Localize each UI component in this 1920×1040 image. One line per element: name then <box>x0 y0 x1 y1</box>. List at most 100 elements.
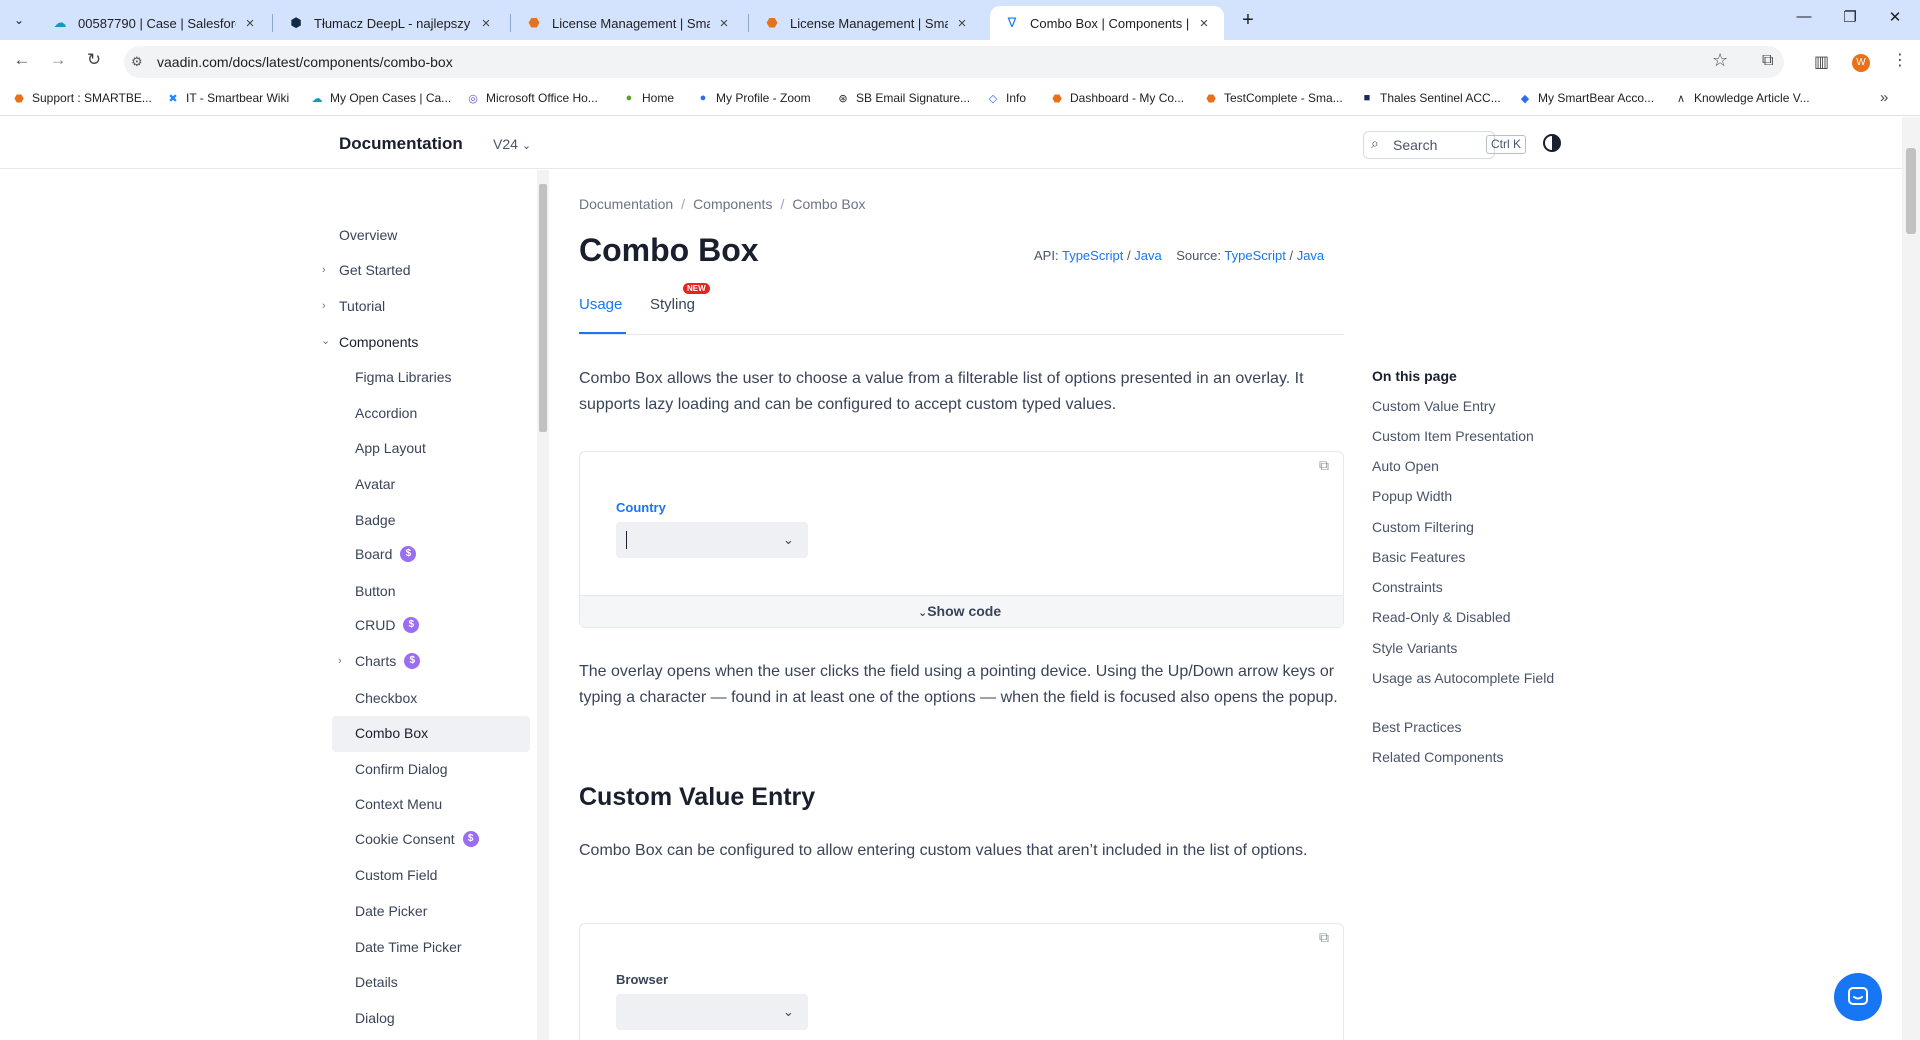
browser-tab[interactable]: ⬢ Tłumacz DeepL - najlepszy tran × <box>274 6 506 40</box>
source-typescript-link[interactable]: TypeScript <box>1224 248 1285 263</box>
api-typescript-link[interactable]: TypeScript <box>1062 248 1123 263</box>
close-icon[interactable]: × <box>242 15 258 32</box>
sidebar-item-get-started[interactable]: Get Started <box>339 262 411 278</box>
open-external-icon[interactable]: ⧉ <box>1319 457 1329 474</box>
sidebar-item-crud[interactable]: CRUD $ <box>355 617 420 633</box>
bookmark-star-icon[interactable]: ☆ <box>1712 50 1728 71</box>
browser-tab[interactable]: ⬣ License Management | SmartBe × <box>512 6 744 40</box>
show-code-button[interactable]: ⌄Show code <box>918 603 1001 619</box>
sidebar-item-overview[interactable]: Overview <box>339 227 397 243</box>
chevron-right-icon[interactable]: › <box>338 655 342 667</box>
bookmark-item[interactable]: ⬣ TestComplete - Sma... <box>1204 91 1343 105</box>
bookmark-item[interactable]: ■ Thales Sentinel ACC... <box>1360 91 1501 105</box>
chevron-down-icon[interactable]: ⌄ <box>783 532 794 548</box>
sidebar-item-app-layout[interactable]: App Layout <box>355 440 426 456</box>
sidebar-item-context-menu[interactable]: Context Menu <box>355 796 442 812</box>
chat-support-button[interactable] <box>1834 973 1882 1021</box>
bookmark-item[interactable]: ◆ My SmartBear Acco... <box>1518 91 1654 105</box>
chevron-right-icon[interactable]: › <box>322 300 326 312</box>
source-java-link[interactable]: Java <box>1297 248 1324 263</box>
sidebar-item-dialog[interactable]: Dialog <box>355 1010 395 1026</box>
browser-tab[interactable]: ⬣ License Management | SmartBe × <box>750 6 982 40</box>
window-close-icon[interactable]: ✕ <box>1885 8 1905 26</box>
bookmark-item[interactable]: ◇ Info <box>986 91 1026 105</box>
sidebar-item-confirm-dialog[interactable]: Confirm Dialog <box>355 761 448 777</box>
minimize-icon[interactable]: — <box>1794 8 1814 25</box>
close-icon[interactable]: × <box>1196 15 1212 32</box>
browser-menu-icon[interactable]: ⋮ <box>1892 50 1908 70</box>
toc-item[interactable]: Custom Item Presentation <box>1372 426 1562 446</box>
toc-item[interactable]: Basic Features <box>1372 547 1562 567</box>
browser-combo-box[interactable] <box>616 994 808 1030</box>
close-icon[interactable]: × <box>716 15 732 32</box>
breadcrumb-link[interactable]: Documentation <box>579 196 673 212</box>
toc-item[interactable]: Custom Value Entry <box>1372 396 1562 416</box>
browser-tab[interactable]: ☁ 00587790 | Case | Salesforce × <box>38 6 270 40</box>
back-icon[interactable]: ← <box>10 50 34 70</box>
sidebar-item-combo-box[interactable]: Combo Box <box>355 725 428 741</box>
bookmark-item[interactable]: ● Home <box>622 91 674 105</box>
bookmark-item[interactable]: ✖ IT - Smartbear Wiki <box>166 91 289 105</box>
sidebar-item-date-picker[interactable]: Date Picker <box>355 903 427 919</box>
sidebar-item-date-time-picker[interactable]: Date Time Picker <box>355 939 462 955</box>
toc-item[interactable]: Best Practices <box>1372 717 1562 737</box>
restore-icon[interactable]: ❐ <box>1840 8 1860 26</box>
toc-item[interactable]: Custom Filtering <box>1372 517 1562 537</box>
page-scrollbar-thumb[interactable] <box>1906 148 1916 234</box>
reload-icon[interactable]: ↻ <box>82 50 106 70</box>
more-bookmarks-icon[interactable]: » <box>1880 89 1888 106</box>
sidebar-item-details[interactable]: Details <box>355 974 398 990</box>
country-combo-box[interactable] <box>616 522 808 558</box>
bookmark-item[interactable]: ☁ My Open Cases | Ca... <box>310 91 452 105</box>
sidebar-item-charts[interactable]: Charts $ <box>355 653 421 669</box>
bookmark-item[interactable]: ⊛ SB Email Signature... <box>836 91 970 105</box>
sidebar-item-avatar[interactable]: Avatar <box>355 476 395 492</box>
bookmark-item[interactable]: ⬣ Support : SMARTBE... <box>12 91 152 105</box>
bookmark-item[interactable]: ◎ Microsoft Office Ho... <box>466 91 598 105</box>
sidebar-item-custom-field[interactable]: Custom Field <box>355 867 437 883</box>
toc-item[interactable]: Related Components <box>1372 747 1562 767</box>
open-external-icon[interactable]: ⧉ <box>1319 929 1329 946</box>
url-text[interactable]: vaadin.com/docs/latest/components/combo-… <box>157 54 453 70</box>
toc-item[interactable]: Read-Only & Disabled <box>1372 607 1562 627</box>
chevron-down-icon[interactable]: ⌄ <box>783 1004 794 1020</box>
side-panel-icon[interactable]: ▥ <box>1814 52 1829 72</box>
sidebar-item-tutorial[interactable]: Tutorial <box>339 298 385 314</box>
toc-item[interactable]: Popup Width <box>1372 486 1562 506</box>
sidebar-item-figma-libraries[interactable]: Figma Libraries <box>355 369 451 385</box>
sidebar-item-checkbox[interactable]: Checkbox <box>355 690 417 706</box>
theme-toggle-icon[interactable] <box>1543 134 1561 152</box>
toc-item[interactable]: Auto Open <box>1372 456 1562 476</box>
close-icon[interactable]: × <box>954 15 970 32</box>
sidebar-item-components[interactable]: Components <box>339 334 418 350</box>
new-tab-icon[interactable]: + <box>1236 9 1260 32</box>
sidebar-scrollbar-thumb[interactable] <box>539 184 547 432</box>
tab-search-icon[interactable]: ⌄ <box>8 9 30 31</box>
sidebar-item-button[interactable]: Button <box>355 583 395 599</box>
chevron-down-icon[interactable]: ⌄ <box>321 334 330 347</box>
bookmark-item[interactable]: ∧ Knowledge Article V... <box>1674 91 1810 105</box>
breadcrumb-link[interactable]: Components <box>693 196 772 212</box>
sidebar-item-badge[interactable]: Badge <box>355 512 395 528</box>
page-scrollbar[interactable] <box>1902 117 1920 1040</box>
bookmark-item[interactable]: ⬣ Dashboard - My Co... <box>1050 91 1184 105</box>
toc-item[interactable]: Style Variants <box>1372 638 1562 658</box>
profile-avatar[interactable]: W <box>1852 54 1870 72</box>
version-selector[interactable]: V24 ⌄ <box>493 136 531 152</box>
browser-tab-active[interactable]: ∇ Combo Box | Components | Va × <box>990 6 1224 40</box>
forward-icon[interactable]: → <box>46 50 70 70</box>
toc-item[interactable]: Constraints <box>1372 577 1562 597</box>
toc-item[interactable]: Usage as Autocomplete Field <box>1372 668 1562 688</box>
sidebar-item-board[interactable]: Board $ <box>355 546 417 562</box>
api-java-link[interactable]: Java <box>1134 248 1161 263</box>
sidebar-item-accordion[interactable]: Accordion <box>355 405 417 421</box>
tab-usage[interactable]: Usage <box>579 296 622 313</box>
tab-styling[interactable]: Styling <box>650 296 695 313</box>
site-title[interactable]: Documentation <box>339 134 463 154</box>
site-info-icon[interactable]: ⚙ <box>131 54 143 70</box>
sidebar-item-cookie-consent[interactable]: Cookie Consent $ <box>355 831 479 847</box>
bookmark-item[interactable]: ● My Profile - Zoom <box>696 91 811 105</box>
chevron-right-icon[interactable]: › <box>322 264 326 276</box>
close-icon[interactable]: × <box>478 15 494 32</box>
extensions-icon[interactable]: ⧉ <box>1762 52 1773 70</box>
